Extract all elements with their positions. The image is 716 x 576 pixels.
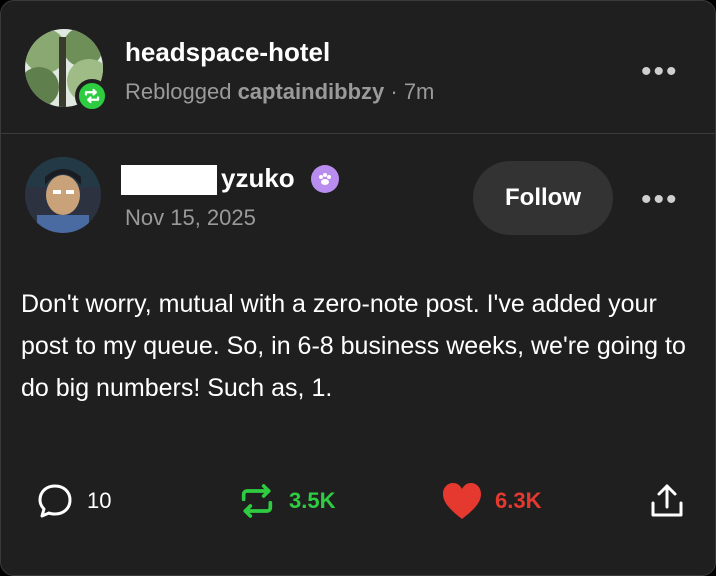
paw-badge-icon	[311, 165, 339, 193]
reblog-prefix: Reblogged	[125, 79, 232, 104]
post-body: Don't worry, mutual with a zero-note pos…	[21, 290, 686, 402]
redacted-name-block	[121, 165, 217, 195]
action-bar: 10 3.5K 6.3K	[1, 481, 716, 531]
reblog-icon	[84, 88, 100, 104]
comment-icon	[38, 484, 72, 518]
reblog-source[interactable]: captaindibbzy	[238, 79, 385, 104]
reblog-time: · 7m	[390, 79, 435, 104]
share-button[interactable]	[647, 481, 687, 521]
reblog-icon	[241, 484, 273, 518]
post-date: Nov 15, 2025	[125, 205, 256, 230]
heart-icon	[443, 483, 481, 519]
divider	[1, 133, 716, 134]
more-dots-icon: •••	[641, 55, 679, 88]
reblog-badge	[75, 79, 109, 113]
share-icon	[651, 484, 683, 517]
post-card: headspace-hotel Reblogged captaindibbzy …	[0, 0, 716, 576]
author-avatar[interactable]	[25, 157, 101, 233]
reblog-button[interactable]: 3.5K	[237, 481, 335, 521]
like-count: 6.3K	[495, 488, 542, 513]
reblogger-name[interactable]: headspace-hotel	[125, 37, 330, 68]
follow-button[interactable]: Follow	[473, 161, 613, 235]
comment-count: 10	[87, 488, 112, 513]
author-name[interactable]: yzuko	[221, 163, 295, 194]
like-button[interactable]: 6.3K	[441, 481, 541, 521]
reblog-info: Reblogged captaindibbzy · 7m	[125, 79, 434, 105]
more-dots-icon: •••	[641, 183, 679, 216]
reblog-count: 3.5K	[289, 488, 336, 513]
reblog-header: headspace-hotel Reblogged captaindibbzy …	[25, 29, 693, 113]
comment-button[interactable]: 10	[35, 481, 111, 521]
more-options-button[interactable]: •••	[641, 57, 679, 87]
post-more-options-button[interactable]: •••	[641, 185, 679, 215]
